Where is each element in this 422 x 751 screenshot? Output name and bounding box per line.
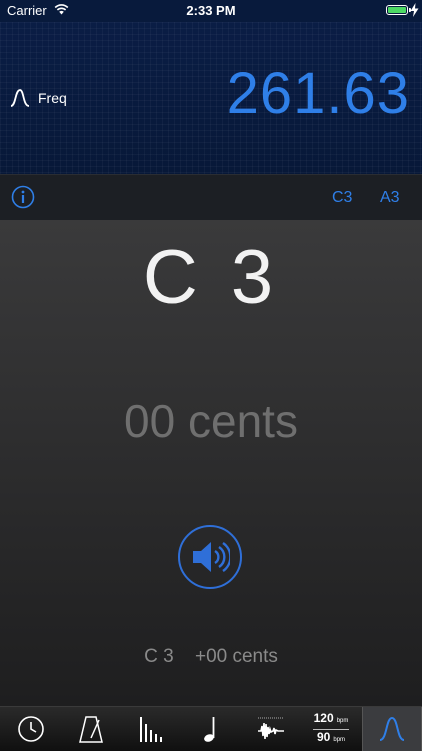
top-bpm-unit: bpm (336, 717, 349, 724)
metronome-icon (79, 716, 103, 743)
note-a3-button[interactable]: A3 (380, 189, 400, 207)
clock-icon (18, 716, 44, 742)
play-tone-button[interactable] (178, 525, 242, 589)
tab-clock[interactable] (2, 707, 60, 751)
note-c3-button[interactable]: C3 (332, 189, 352, 207)
tuning-summary: C 3 +00 cents (0, 646, 422, 668)
frequency-display: Freq 261.63 (0, 22, 422, 174)
info-icon[interactable] (11, 185, 35, 209)
clock-time: 2:33 PM (186, 3, 236, 18)
note-name: C 3 (142, 235, 280, 320)
status-bar: Carrier 2:33 PM (0, 0, 422, 22)
sine-wave-icon (10, 89, 30, 107)
info-bar: C3 A3 (0, 174, 422, 221)
cents-readout: 00 cents (124, 395, 298, 447)
tab-beats[interactable] (122, 707, 180, 751)
battery-icon (386, 5, 411, 15)
tuner-panel: C 3 00 cents C 3 +00 cents (0, 220, 422, 706)
music-note-icon (204, 717, 215, 742)
tab-tuner[interactable] (362, 707, 422, 751)
freq-label: Freq (38, 90, 67, 106)
tab-bar: 120 bpm 90 bpm (0, 706, 422, 751)
freq-mode: Freq (8, 86, 67, 110)
charging-bolt-icon (410, 3, 419, 17)
summary-cents: +00 cents (194, 646, 278, 667)
tab-tempo[interactable]: 120 bpm 90 bpm (302, 707, 360, 751)
top-bpm: 120 (313, 710, 334, 725)
sine-wave-icon (379, 716, 405, 741)
tempo-icon: 120 bpm 90 bpm (313, 710, 349, 747)
waveform-icon (258, 717, 284, 740)
summary-note: C 3 (144, 646, 174, 667)
frequency-value: 261.63 (226, 61, 410, 126)
tab-metronome[interactable] (62, 707, 120, 751)
bottom-bpm-unit: bpm (333, 736, 346, 743)
speaker-icon (193, 542, 230, 572)
tab-waveform[interactable] (242, 707, 300, 751)
bottom-bpm: 90 (316, 729, 331, 744)
tab-note[interactable] (182, 707, 240, 751)
beat-bars-icon (140, 717, 162, 742)
